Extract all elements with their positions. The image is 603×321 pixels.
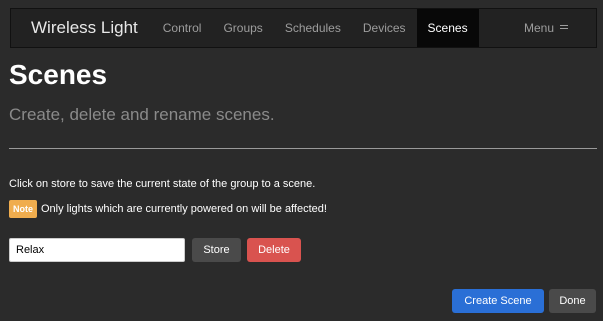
done-button[interactable]: Done xyxy=(549,289,596,313)
navbar: Wireless Light Control Groups Schedules … xyxy=(10,8,597,48)
menu-toggle[interactable]: Menu xyxy=(514,9,596,47)
scene-name-input[interactable] xyxy=(9,238,185,262)
menu-label: Menu xyxy=(523,21,554,35)
nav-item-devices[interactable]: Devices xyxy=(352,9,417,47)
delete-button[interactable]: Delete xyxy=(247,238,301,262)
store-button[interactable]: Store xyxy=(192,238,241,262)
note-text: Only lights which are currently powered … xyxy=(41,203,327,215)
nav-items: Control Groups Schedules Devices Scenes xyxy=(152,9,479,47)
nav-item-scenes[interactable]: Scenes xyxy=(416,9,479,47)
page-title: Scenes xyxy=(9,59,108,90)
divider xyxy=(9,148,597,149)
note-line: Note Only lights which are currently pow… xyxy=(9,200,327,218)
hamburger-icon xyxy=(560,25,568,31)
page-subtitle: Create, delete and rename scenes. xyxy=(9,105,275,124)
note-badge: Note xyxy=(9,200,37,218)
nav-item-control[interactable]: Control xyxy=(152,9,213,47)
brand-title[interactable]: Wireless Light xyxy=(11,9,152,47)
create-scene-button[interactable]: Create Scene xyxy=(452,289,544,313)
nav-item-schedules[interactable]: Schedules xyxy=(274,9,352,47)
nav-item-groups[interactable]: Groups xyxy=(212,9,273,47)
instructions-text: Click on store to save the current state… xyxy=(9,178,316,190)
